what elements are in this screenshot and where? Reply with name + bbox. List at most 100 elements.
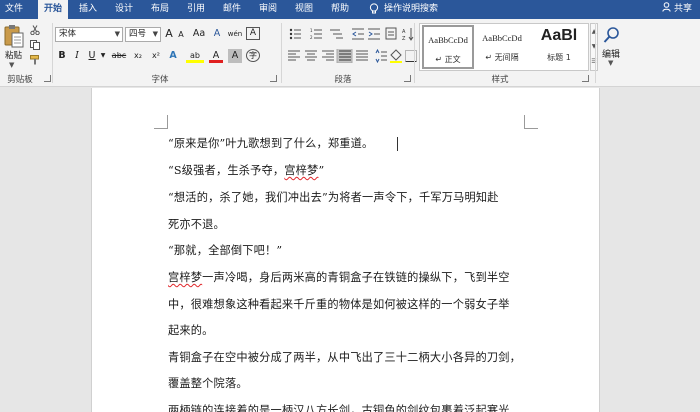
ribbon-tab-bar: 文件 开始 插入 设计 布局 引用 邮件 审阅 视图 帮助 操作说明搜索 共享 <box>0 0 700 19</box>
doc-line: 青铜盒子在空中被分成了两半，从中飞出了三十二柄大小各异的刀剑， <box>168 351 522 364</box>
copy-icon[interactable] <box>30 40 40 50</box>
format-painter-icon[interactable] <box>30 55 40 65</box>
tab-help[interactable]: 帮助 <box>326 0 354 19</box>
style-heading-1[interactable]: AaBl 标题 1 <box>530 25 588 69</box>
font-size-value: 四号 <box>129 29 147 39</box>
share-button[interactable]: 共享 <box>662 0 692 19</box>
lightbulb-icon <box>369 3 379 14</box>
italic-button[interactable]: I <box>71 49 83 63</box>
styles-group-label: 样式 <box>491 75 509 85</box>
paragraph-list-row: 12 AZ <box>289 27 414 41</box>
shading-icon <box>390 49 402 63</box>
doc-line: “S级强者，生杀予夺，宫梓梦” <box>168 164 325 177</box>
document-area: “原来是你”叶九歌想到了什么，郑重道。 “S级强者，生杀予夺，宫梓梦” “想活的… <box>0 88 700 412</box>
bold-button[interactable]: B <box>56 49 68 63</box>
chevron-down-icon: ▼ <box>114 30 120 38</box>
tab-mailings[interactable]: 邮件 <box>218 0 246 19</box>
svg-text:A: A <box>402 29 406 35</box>
multilevel-list-icon <box>330 29 343 39</box>
doc-line: 起来的。 <box>168 324 214 337</box>
grow-font-button[interactable]: A <box>163 27 175 41</box>
change-case-button[interactable]: Aa <box>190 27 208 41</box>
group-divider <box>281 23 282 83</box>
paragraph-group-label: 段落 <box>334 75 352 85</box>
style-sample: AaBbCcDd <box>482 33 522 43</box>
clipboard-launcher-icon[interactable] <box>44 75 51 82</box>
paste-button[interactable]: 粘贴 <box>5 49 22 61</box>
paragraph-launcher-icon[interactable] <box>404 75 411 82</box>
phonetic-guide-button[interactable]: wén <box>226 27 244 41</box>
tab-insert[interactable]: 插入 <box>74 0 102 19</box>
chevron-down-icon: ▼ <box>152 30 158 38</box>
align-right-icon <box>322 50 334 61</box>
numbering-icon: 12 <box>310 28 322 40</box>
subscript-button[interactable]: x₂ <box>130 49 146 63</box>
style-sample: AaBl <box>540 27 578 44</box>
underline-button[interactable]: U <box>86 49 98 63</box>
enclose-char-button[interactable]: 字 <box>246 49 260 62</box>
highlight-button[interactable]: ab <box>186 49 204 63</box>
svg-text:1: 1 <box>310 28 313 33</box>
font-name-select[interactable]: 宋体 ▼ <box>55 27 123 42</box>
tab-references[interactable]: 引用 <box>182 0 210 19</box>
style-name: ↵ 无间隔 <box>485 53 519 62</box>
styles-gallery: AaBbCcDd ↵ 正文 AaBbCcDd ↵ 无间隔 AaBl 标题 1 <box>419 23 589 71</box>
align-center-icon <box>305 50 317 61</box>
tell-me-search[interactable]: 操作说明搜索 <box>384 0 444 19</box>
increase-indent-icon <box>368 28 380 40</box>
styles-launcher-icon[interactable] <box>582 75 589 82</box>
underline-dropdown-arrow[interactable]: ▼ <box>99 49 107 63</box>
tab-home[interactable]: 开始 <box>38 0 68 19</box>
strikethrough-button[interactable]: abc <box>110 49 128 63</box>
styles-scroll[interactable]: ▲ ▼ ☰ <box>590 23 598 71</box>
spelling-flag: 宫梓梦 <box>284 164 319 177</box>
clear-format-button[interactable]: A <box>210 27 224 41</box>
style-no-spacing[interactable]: AaBbCcDd ↵ 无间隔 <box>476 25 528 69</box>
style-normal[interactable]: AaBbCcDd ↵ 正文 <box>422 25 474 69</box>
font-color-button[interactable]: A <box>209 49 223 63</box>
doc-line: 死亦不退。 <box>168 218 225 231</box>
search-icon[interactable] <box>603 26 621 44</box>
tab-review[interactable]: 审阅 <box>254 0 282 19</box>
doc-line: 宫梓梦一声冷喝，身后两米高的青铜盒子在铁链的操纵下，飞到半空 <box>168 271 510 284</box>
line-spacing-icon <box>375 49 387 63</box>
font-name-value: 宋体 <box>59 29 77 39</box>
align-left-icon <box>288 50 300 61</box>
doc-line: “原来是你”叶九歌想到了什么，郑重道。 <box>168 137 374 150</box>
text-effects-button[interactable]: A <box>166 49 180 63</box>
doc-line: 中，很难想象这种看起来千斤重的物体是如何被这样的一个弱女子举 <box>168 298 510 311</box>
char-border-button[interactable]: A <box>246 27 260 40</box>
distributed-icon <box>356 50 368 61</box>
char-shading-button[interactable]: A <box>228 49 242 63</box>
superscript-button[interactable]: x² <box>148 49 164 63</box>
document-page[interactable]: “原来是你”叶九歌想到了什么，郑重道。 “S级强者，生杀予夺，宫梓梦” “想活的… <box>91 88 600 412</box>
paste-dropdown-arrow[interactable]: ▼ <box>9 61 14 69</box>
tab-view[interactable]: 视图 <box>290 0 318 19</box>
shrink-font-button[interactable]: A <box>176 28 186 42</box>
person-icon <box>662 2 671 12</box>
chinese-layout-icon <box>385 27 397 40</box>
editing-dropdown-arrow[interactable]: ▼ <box>608 59 613 67</box>
paragraph-align-row <box>288 49 417 63</box>
clipboard-group-label: 剪贴板 <box>7 75 33 85</box>
font-size-select[interactable]: 四号 ▼ <box>125 27 161 42</box>
group-divider <box>52 23 53 83</box>
margin-corner-mark <box>524 115 538 129</box>
svg-text:2: 2 <box>310 35 313 40</box>
tab-file[interactable]: 文件 <box>0 0 28 19</box>
text-cursor <box>397 137 398 151</box>
cut-icon[interactable] <box>30 25 40 35</box>
doc-line: 覆盖整个院落。 <box>168 377 248 390</box>
bullets-icon <box>289 28 301 40</box>
tab-design[interactable]: 设计 <box>110 0 138 19</box>
doc-line: 两柄链的连接着的是一柄汉八方长剑，古铜色的剑纹包裹着泛起寒光 <box>168 404 510 412</box>
paste-icon[interactable] <box>4 24 24 48</box>
tab-layout[interactable]: 布局 <box>146 0 174 19</box>
group-divider <box>414 23 415 83</box>
decrease-indent-icon <box>352 28 364 40</box>
group-divider <box>595 23 596 83</box>
font-launcher-icon[interactable] <box>270 75 277 82</box>
doc-line: “那就，全部倒下吧！” <box>168 244 283 257</box>
style-name: 标题 1 <box>547 53 571 62</box>
share-label: 共享 <box>673 4 692 14</box>
